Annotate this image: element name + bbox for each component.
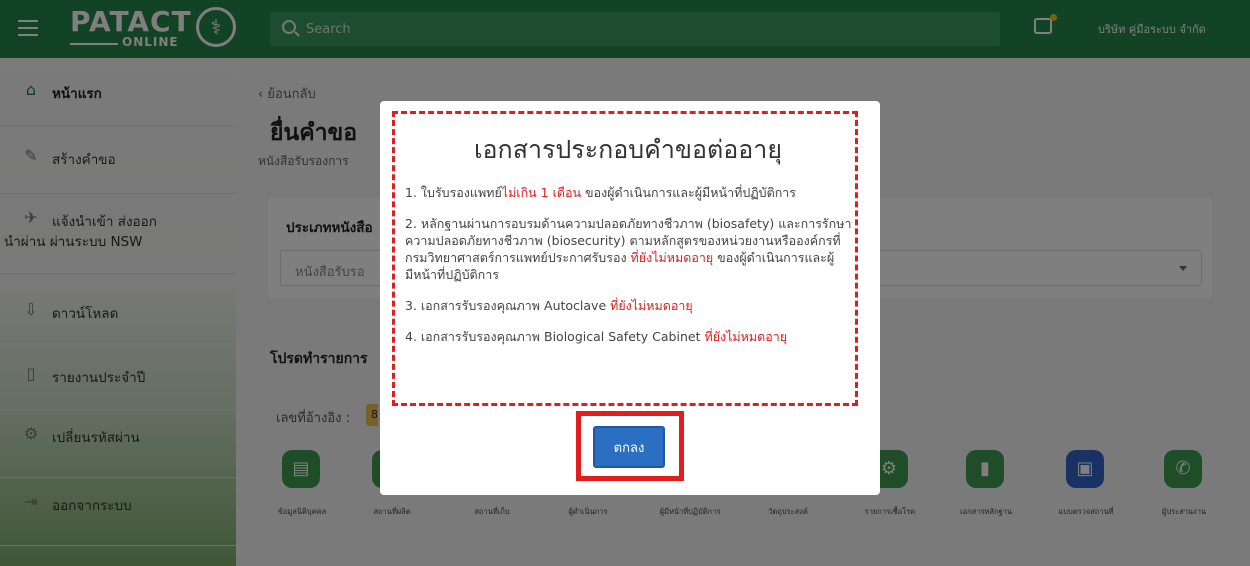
list-item: 1. ใบรับรองแพทย์ไม่เกิน 1 เดือน ของผู้ดำ… [405,184,857,201]
document-list: 1. ใบรับรองแพทย์ไม่เกิน 1 เดือน ของผู้ดำ… [405,184,857,359]
renewal-documents-modal: เอกสารประกอบคำขอต่ออายุ 1. ใบรับรองแพทย์… [380,101,880,495]
modal-content-highlight: เอกสารประกอบคำขอต่ออายุ 1. ใบรับรองแพทย์… [392,111,858,406]
item-highlight: ที่ยังไม่หมดอายุ [704,329,788,344]
item-highlight: ที่ยังไม่หมดอายุ [630,250,714,265]
list-item: 2. หลักฐานผ่านการอบรมด้านความปลอดภัยทางช… [405,215,857,283]
modal-title: เอกสารประกอบคำขอต่ออายุ [474,135,782,164]
ok-button[interactable]: ตกลง [593,426,665,468]
item-text: 4. เอกสารรับรองคุณภาพ Biological Safety … [405,329,705,344]
list-item: 3. เอกสารรับรองคุณภาพ Autoclave ที่ยังไม… [405,297,857,314]
item-text: 3. เอกสารรับรองคุณภาพ Autoclave [405,298,611,313]
item-highlight: ที่ยังไม่หมดอายุ [610,298,693,313]
item-text: 1. ใบรับรองแพทย์ [405,185,502,200]
item-highlight: ไม่เกิน 1 เดือน [501,185,582,200]
item-text: ของผู้ดำเนินการและผู้มีหน้าที่ปฏิบัติการ [581,185,797,200]
list-item: 4. เอกสารรับรองคุณภาพ Biological Safety … [405,328,857,345]
